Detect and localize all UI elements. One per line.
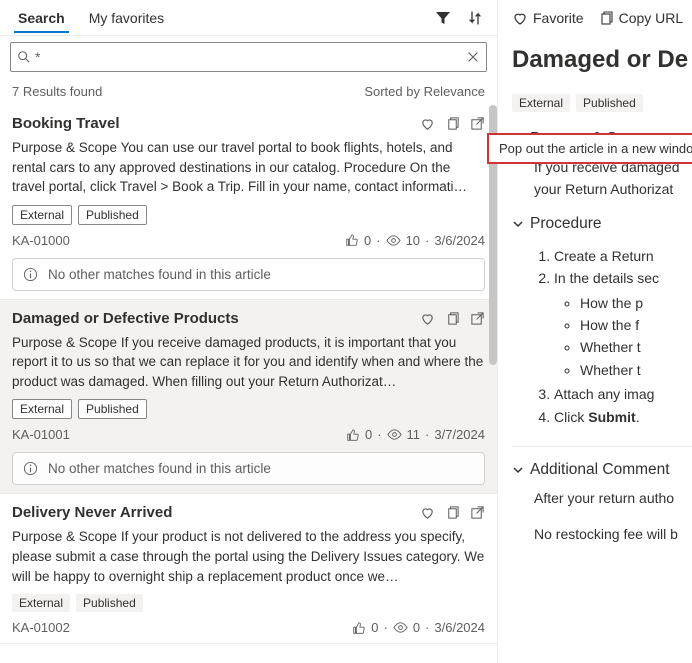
result-title: Damaged or Defective Products xyxy=(12,310,239,327)
tab-search[interactable]: Search xyxy=(6,4,77,32)
filter-icon[interactable] xyxy=(427,6,459,30)
popout-tooltip: Pop out the article in a new window xyxy=(487,133,692,164)
badge: Published xyxy=(78,399,147,419)
result-card[interactable]: Delivery Never Arrived Purpose & Scope I… xyxy=(0,494,497,644)
sort-icon[interactable] xyxy=(459,6,491,30)
result-snippet: Purpose & Scope If you receive damaged p… xyxy=(12,333,485,392)
result-date: 3/7/2024 xyxy=(434,427,485,442)
badge-external: External xyxy=(512,94,570,112)
no-match-notice: No other matches found in this article xyxy=(12,258,485,291)
section-procedure-toggle[interactable]: Procedure xyxy=(512,215,692,233)
copy-icon[interactable] xyxy=(445,505,460,520)
section-additional-toggle[interactable]: Additional Comment xyxy=(512,461,692,479)
badge: External xyxy=(12,399,72,419)
article-title: Damaged or De xyxy=(498,38,692,86)
search-input[interactable] xyxy=(31,49,466,65)
no-match-notice: No other matches found in this article xyxy=(12,452,485,485)
heart-icon[interactable] xyxy=(420,311,435,326)
result-card[interactable]: Damaged or Defective Products Purpose & … xyxy=(0,300,497,495)
popout-icon[interactable] xyxy=(470,311,485,326)
search-box xyxy=(10,42,487,72)
additional-line2: No restocking fee will b xyxy=(534,523,692,545)
result-title: Booking Travel xyxy=(12,115,120,132)
tabs-row: Search My favorites xyxy=(0,0,497,36)
result-id: KA-01000 xyxy=(12,233,70,248)
views-icon xyxy=(393,620,408,635)
popout-icon[interactable] xyxy=(470,505,485,520)
result-date: 3/6/2024 xyxy=(434,620,485,635)
clear-search-icon[interactable] xyxy=(466,50,480,64)
sort-label[interactable]: Sorted by Relevance xyxy=(364,84,485,99)
purpose-line2: your Return Authorizat xyxy=(534,178,692,200)
results-list: Booking Travel Purpose & Scope You can u… xyxy=(0,105,497,663)
result-card[interactable]: Booking Travel Purpose & Scope You can u… xyxy=(0,105,497,300)
badge: External xyxy=(12,594,70,612)
badge: Published xyxy=(76,594,143,612)
copy-icon[interactable] xyxy=(445,116,460,131)
article-badges: External Published xyxy=(498,94,692,116)
heart-icon[interactable] xyxy=(420,505,435,520)
copy-url-button[interactable]: Copy URL xyxy=(598,10,684,26)
result-title: Delivery Never Arrived xyxy=(12,504,172,521)
result-snippet: Purpose & Scope You can use our travel p… xyxy=(12,138,485,197)
popout-icon[interactable] xyxy=(470,116,485,131)
additional-line1: After your return autho xyxy=(534,487,692,509)
results-count: 7 Results found xyxy=(12,84,102,99)
result-snippet: Purpose & Scope If your product is not d… xyxy=(12,527,485,586)
favorite-button[interactable]: Favorite xyxy=(512,10,584,26)
badge-published: Published xyxy=(576,94,643,112)
views-icon xyxy=(386,233,401,248)
badge: Published xyxy=(78,205,147,225)
chevron-down-icon xyxy=(512,218,524,230)
heart-icon[interactable] xyxy=(420,116,435,131)
copy-icon[interactable] xyxy=(445,311,460,326)
article-preview-panel: Favorite Copy URL Damaged or De External… xyxy=(498,0,692,663)
result-id: KA-01001 xyxy=(12,427,70,442)
tab-favorites[interactable]: My favorites xyxy=(77,4,176,32)
procedure-list: Create a Return In the details sec How t… xyxy=(534,245,692,428)
result-id: KA-01002 xyxy=(12,620,70,635)
chevron-down-icon xyxy=(512,464,524,476)
views-icon xyxy=(387,427,402,442)
result-date: 3/6/2024 xyxy=(434,233,485,248)
badge: External xyxy=(12,205,72,225)
thumb-icon[interactable] xyxy=(346,428,360,442)
search-panel: Search My favorites 7 Results found Sort… xyxy=(0,0,498,663)
search-icon xyxy=(17,50,31,64)
thumb-icon[interactable] xyxy=(345,233,359,247)
thumb-icon[interactable] xyxy=(352,621,366,635)
